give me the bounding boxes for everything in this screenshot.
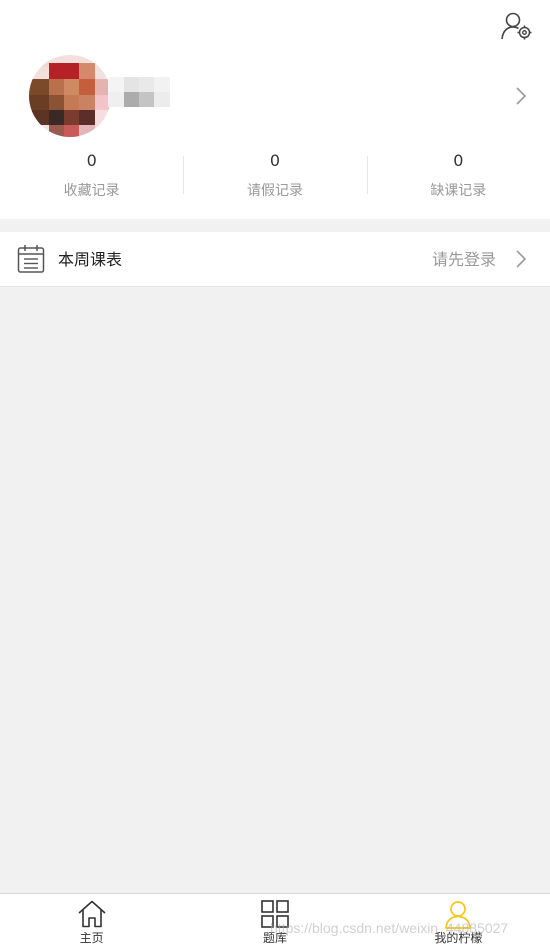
chevron-right-icon (516, 250, 527, 268)
stat-absence-label: 缺课记录 (430, 183, 487, 199)
user-settings-icon (501, 12, 532, 40)
tab-home-label: 主页 (79, 931, 104, 945)
profile-header: 0 收藏记录 0 请假记录 0 缺课记录 (0, 0, 550, 219)
chevron-right-icon (516, 87, 527, 105)
schedule-title: 本周课表 (58, 250, 123, 269)
login-prompt: 请先登录 (431, 250, 496, 269)
profile-row[interactable] (0, 52, 550, 140)
tab-my-lemon[interactable]: 我的柠檬 (367, 894, 550, 948)
avatar (29, 55, 111, 137)
user-icon (445, 901, 472, 929)
bottom-tab-bar: 主页 题库 我的柠檬 (0, 893, 550, 948)
calendar-icon (17, 245, 45, 273)
stat-favorites-label: 收藏记录 (63, 183, 120, 199)
grid-icon (261, 900, 289, 928)
tab-my-lemon-label: 我的柠檬 (434, 931, 483, 945)
stats-row: 0 收藏记录 0 请假记录 0 缺课记录 (0, 146, 550, 208)
tab-question-bank-label: 题库 (262, 931, 287, 945)
user-settings-button[interactable] (499, 10, 535, 42)
stat-leave[interactable]: 0 请假记录 (183, 146, 366, 208)
stat-absence-value: 0 (453, 151, 464, 170)
stat-absence[interactable]: 0 缺课记录 (366, 146, 550, 208)
stat-leave-label: 请假记录 (246, 183, 303, 199)
home-icon (78, 900, 106, 928)
username-blurred (108, 77, 170, 107)
stat-leave-value: 0 (269, 151, 281, 170)
tab-question-bank[interactable]: 题库 (183, 894, 366, 948)
weekly-schedule-row[interactable]: 本周课表 请先登录 (0, 232, 550, 287)
tab-home[interactable]: 主页 (0, 894, 183, 948)
stat-favorites[interactable]: 0 收藏记录 (0, 146, 183, 208)
stat-favorites-value: 0 (86, 151, 97, 170)
